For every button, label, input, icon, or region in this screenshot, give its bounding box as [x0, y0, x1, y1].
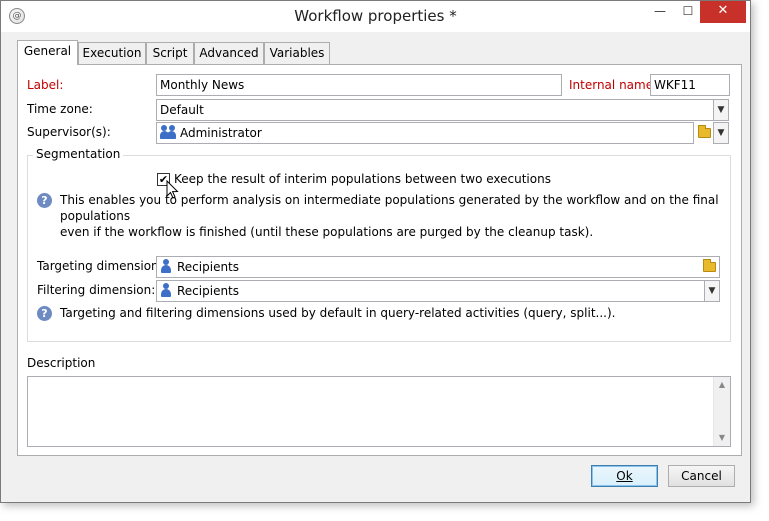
user-icon — [160, 259, 172, 273]
ok-button[interactable]: Ok — [591, 465, 658, 487]
user-icon — [160, 283, 172, 297]
scroll-down-icon[interactable]: ▼ — [714, 430, 730, 446]
filtering-select[interactable]: Recipients — [156, 280, 705, 302]
supervisor-field[interactable]: Administrator — [156, 122, 694, 144]
description-caption: Description — [27, 356, 96, 370]
internal-name-input[interactable]: WKF11 — [650, 74, 730, 96]
maximize-icon[interactable]: ☐ — [674, 1, 702, 23]
interim-help-text: This enables you to perform analysis on … — [60, 193, 719, 239]
supervisor-value: Administrator — [180, 126, 262, 140]
description-scrollbar[interactable]: ▲ ▼ — [713, 377, 730, 446]
segmentation-group: Segmentation ✔ Keep the result of interi… — [27, 147, 731, 342]
cancel-button[interactable]: Cancel — [668, 465, 735, 487]
tab-script[interactable]: Script — [146, 42, 194, 64]
help-icon: ? — [37, 193, 52, 208]
workflow-properties-dialog: @ Workflow properties * — ☐ ✕ General Ex… — [0, 0, 751, 503]
help-icon: ? — [37, 306, 52, 321]
chevron-down-icon[interactable]: ▼ — [704, 280, 720, 302]
supervisor-caption: Supervisor(s): — [27, 125, 111, 139]
minimize-icon[interactable]: — — [646, 1, 674, 23]
segmentation-title: Segmentation — [33, 147, 124, 161]
general-tab-panel: Label: Monthly News Internal name: WKF11… — [17, 64, 742, 456]
targeting-caption: Targeting dimension: — [37, 259, 163, 273]
targeting-field[interactable]: Recipients — [156, 256, 720, 278]
tab-execution[interactable]: Execution — [78, 42, 146, 64]
dimensions-help-text: Targeting and filtering dimensions used … — [60, 306, 616, 320]
tab-variables[interactable]: Variables — [264, 42, 330, 64]
mouse-cursor-icon — [166, 180, 179, 199]
filtering-caption: Filtering dimension: — [37, 283, 156, 297]
title-bar[interactable]: @ Workflow properties * — ☐ ✕ — [1, 1, 750, 32]
folder-icon[interactable] — [700, 257, 718, 277]
tab-advanced[interactable]: Advanced — [194, 42, 264, 64]
timezone-select[interactable]: Default — [156, 99, 714, 121]
keep-interim-label[interactable]: Keep the result of interim populations b… — [174, 172, 551, 186]
folder-icon[interactable] — [695, 123, 713, 143]
tab-general[interactable]: General — [17, 40, 78, 65]
chevron-down-icon[interactable]: ▼ — [713, 122, 729, 144]
window-title: Workflow properties * — [294, 7, 457, 25]
label-caption: Label: — [27, 78, 64, 92]
chevron-down-icon[interactable]: ▼ — [713, 99, 729, 121]
description-textarea[interactable]: ▲ ▼ — [27, 376, 731, 447]
label-input[interactable]: Monthly News — [156, 74, 562, 96]
timezone-caption: Time zone: — [27, 102, 93, 116]
internal-name-caption: Internal name: — [569, 78, 658, 92]
users-group-icon — [160, 125, 177, 139]
filtering-value: Recipients — [177, 284, 240, 298]
scroll-up-icon[interactable]: ▲ — [714, 377, 730, 393]
targeting-value: Recipients — [177, 260, 240, 274]
close-icon[interactable]: ✕ — [700, 1, 746, 23]
